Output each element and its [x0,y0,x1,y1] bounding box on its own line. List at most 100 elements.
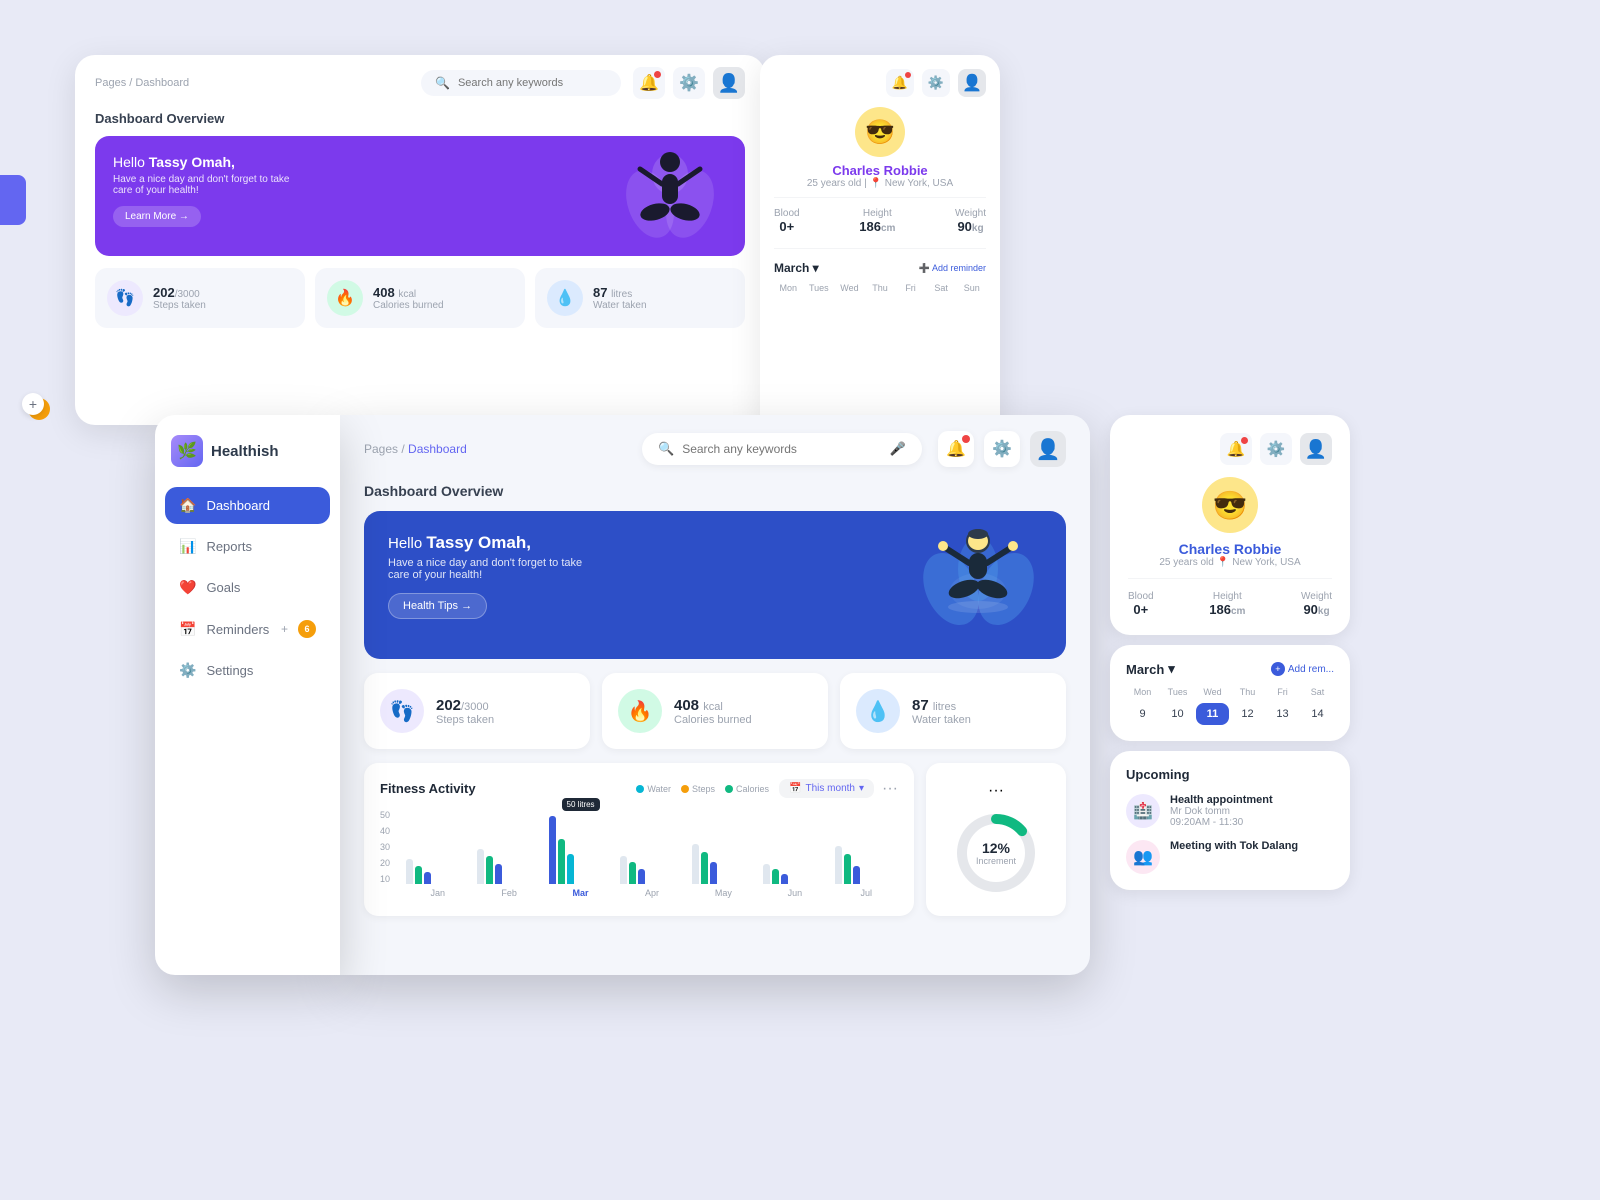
cal-day-14[interactable]: 14 [1301,703,1334,725]
cal-header-tues: Tues [1161,687,1194,697]
legend-calories: Calories [725,784,769,794]
add-reminder-btn[interactable]: + Add rem... [1271,662,1334,676]
calories-value: 408 kcal [674,697,752,714]
fitness-filter-btn[interactable]: 📅 This month ▾ [779,779,874,798]
x-label-may: May [692,888,755,898]
water-value: 87 litres [912,697,971,714]
steps-legend-label: Steps [692,784,715,794]
steps-value: 202/3000 [436,697,494,714]
appt2-name: Meeting with Tok Dalang [1170,840,1298,852]
chart-bars-area: 50 litres [406,810,898,900]
reminders-badge: 6 [298,620,316,638]
health-tips-btn[interactable]: Health Tips → [388,593,487,619]
back-right-avatar[interactable]: 👤 [958,69,986,97]
floating-plus-btn[interactable]: + [22,393,44,415]
back-search-icon: 🔍 [435,76,450,90]
breadcrumb-pages: Pages [364,442,398,456]
cal-day-13[interactable]: 13 [1266,703,1299,725]
fitness-area: Fitness Activity Water Steps Calories [340,763,1090,916]
chart-container: 50 40 30 20 10 [380,810,898,900]
back-steps-icon: 👣 [107,280,143,316]
calendar-card: March ▾ + Add rem... Mon Tues Wed Thu Fr… [1110,645,1350,741]
reports-icon: 📊 [179,538,196,555]
water-icon: 💧 [856,689,900,733]
breadcrumb-current: Dashboard [408,442,467,456]
collapse-sidebar-btn[interactable] [0,175,26,225]
sidebar-nav: 🏠 Dashboard 📊 Reports ❤️ Goals 📅 Reminde… [155,487,340,955]
cal-day-12[interactable]: 12 [1231,703,1264,725]
back-avatar-icon: 👤 [718,73,740,94]
filter-label: This month [806,783,855,794]
back-right-gear[interactable]: ⚙️ [922,69,950,97]
cal-day-9[interactable]: 9 [1126,703,1159,725]
sidebar-item-reports[interactable]: 📊 Reports [165,528,330,565]
sidebar-item-goals[interactable]: ❤️ Goals [165,569,330,606]
sidebar-item-settings[interactable]: ⚙️ Settings [165,652,330,689]
microphone-icon[interactable]: 🎤 [890,441,906,457]
profile-location: New York, USA [1232,557,1300,568]
back-profile-name: Charles Robbie [774,163,986,178]
section-title: Dashboard Overview [340,483,1090,511]
back-cal-month: March ▾ [774,261,819,275]
back-notif-badge [654,71,661,78]
back-right-notif[interactable]: 🔔 [886,69,914,97]
back-notification-btn[interactable]: 🔔 [633,67,665,99]
sidebar-item-dashboard[interactable]: 🏠 Dashboard [165,487,330,524]
sidebar-label-reminders: Reminders [206,622,269,637]
cal-month-btn[interactable]: March ▾ [1126,661,1271,677]
back-hero-subtitle: Have a nice day and don't forget to take… [113,174,293,196]
profile-gear-btn[interactable]: ⚙️ [1260,433,1292,465]
fitness-header: Fitness Activity Water Steps Calories [380,779,898,798]
sidebar-label-reports: Reports [206,539,252,554]
x-label-jun: Jun [763,888,826,898]
back-add-reminder-btn[interactable]: ➕ Add reminder [919,263,986,274]
back-search-input[interactable] [458,77,607,89]
water-label: Water taken [912,714,971,726]
bar-jul-water [835,846,842,884]
donut-card: ··· 12% Increment [926,763,1066,916]
profile-age: 25 years old [1159,557,1213,568]
bar-jan-water [406,859,413,884]
calories-legend-label: Calories [736,784,769,794]
bar-jun-water [763,864,770,884]
weight-value: 90kg [1301,602,1332,617]
appointment-1: 🏥 Health appointment Mr Dok tomm 09:20AM… [1126,794,1334,828]
cal-day-10[interactable]: 10 [1161,703,1194,725]
donut-more-icon[interactable]: ··· [988,782,1004,800]
notification-btn[interactable]: 🔔 [938,431,974,467]
location-icon: 📍 [1217,557,1229,568]
y-axis: 50 40 30 20 10 [380,810,400,900]
back-right-avatar-icon: 👤 [962,73,982,93]
settings-btn[interactable]: ⚙️ [984,431,1020,467]
more-options-icon[interactable]: ··· [882,780,898,798]
search-input[interactable] [682,442,882,456]
profile-avatar-btn[interactable]: 👤 [1300,433,1332,465]
back-cal-mon: Mon [774,283,803,293]
back-settings-btn[interactable]: ⚙️ [673,67,705,99]
bar-may-calories [710,862,717,884]
gear-icon: ⚙️ [992,439,1012,459]
water-legend-dot [636,785,644,793]
back-learn-more-btn[interactable]: Learn More → [113,206,201,227]
main-content: Pages / Dashboard 🔍 🎤 🔔 ⚙️ 👤 Dashboard O… [340,415,1090,975]
sidebar-item-reminders[interactable]: 📅 Reminders + 6 [165,610,330,648]
user-avatar-btn[interactable]: 👤 [1030,431,1066,467]
chart-group-jul [835,846,898,884]
calendar-icon: 📅 [789,783,801,794]
breadcrumb: Pages / Dashboard [364,442,626,456]
appt1-name: Health appointment [1170,794,1273,806]
profile-notif-btn[interactable]: 🔔 [1220,433,1252,465]
back-search-bar[interactable]: 🔍 [421,70,621,96]
search-bar[interactable]: 🔍 🎤 [642,433,922,465]
bar-jan-steps [415,866,422,884]
chart-group-jun [763,864,826,884]
weight-label: Weight [1301,591,1332,602]
cal-header-thu: Thu [1231,687,1264,697]
back-cal-wed: Wed [835,283,864,293]
cal-day-11-today[interactable]: 11 [1196,703,1229,725]
appt1-icon: 🏥 [1126,794,1160,828]
appt2-icon: 👥 [1126,840,1160,874]
back-stat-calories: 🔥 408 kcal Calories burned [315,268,525,328]
back-avatar-btn[interactable]: 👤 [713,67,745,99]
back-right-gear-icon: ⚙️ [928,75,944,91]
